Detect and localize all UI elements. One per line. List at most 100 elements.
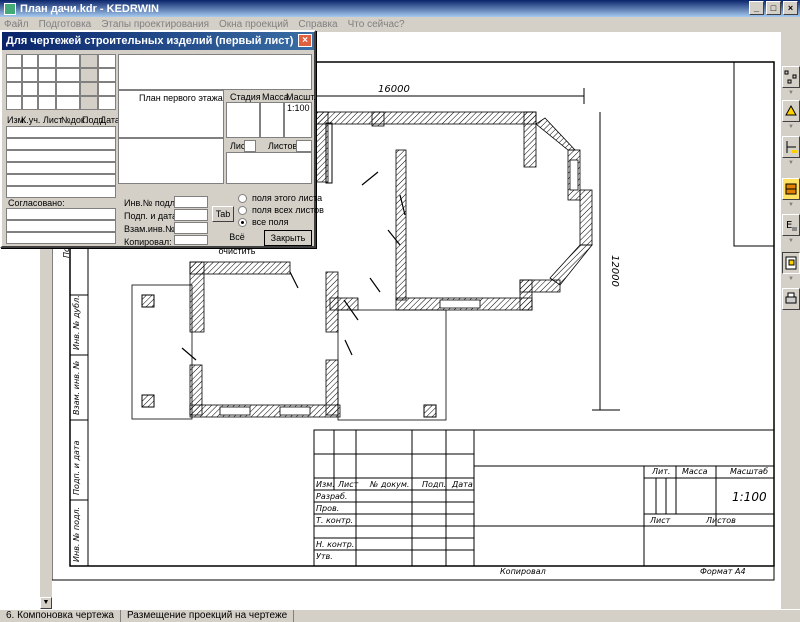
menu-stages[interactable]: Этапы проектирования <box>101 19 209 30</box>
tb-col-date: Дата <box>452 480 473 489</box>
side-label-3: Взам. инв. № <box>72 360 81 415</box>
tool-hatch-icon[interactable] <box>782 178 800 200</box>
grid-cell[interactable] <box>22 96 38 110</box>
drawing-name-field[interactable]: План первого этажа <box>118 90 224 138</box>
mass-label: Масса <box>262 92 289 102</box>
grid-cell[interactable] <box>6 96 22 110</box>
radio-all-fields[interactable] <box>238 218 247 227</box>
right-toolbar: ▼ ▼ ▼ ▼ E ▼ ▼ <box>780 32 800 609</box>
tool-separator-2: ▼ <box>788 124 794 130</box>
close-button[interactable]: × <box>783 1 798 15</box>
stage-label: Стадия <box>230 92 261 102</box>
tool-text-icon[interactable]: E <box>782 214 800 236</box>
scroll-down-arrow[interactable]: ▼ <box>40 597 52 609</box>
sheet-field[interactable] <box>244 140 256 152</box>
sign-row[interactable] <box>6 186 116 198</box>
status-step: 6. Компоновка чертежа <box>0 609 121 622</box>
dialog-titlebar: Для чертежей строительных изделий (первы… <box>2 32 314 50</box>
replace-inv-field[interactable] <box>174 222 208 234</box>
grid-cell[interactable] <box>38 96 56 110</box>
grid-cell[interactable] <box>56 82 80 96</box>
menu-prepare[interactable]: Подготовка <box>39 19 92 30</box>
grid-cell[interactable] <box>98 68 116 82</box>
scale-field[interactable]: 1:100 <box>284 102 312 138</box>
window-title: План дачи.kdr - KEDRWIN <box>20 2 159 15</box>
drawing-name-top-field[interactable] <box>118 54 312 90</box>
tool-separator-1: ▼ <box>788 90 794 96</box>
mass-field[interactable] <box>260 102 284 138</box>
tool-compose-icon[interactable] <box>782 252 800 274</box>
radio-this-sheet[interactable] <box>238 194 247 203</box>
dialog-close-icon[interactable]: × <box>298 34 312 47</box>
inv-orig-field[interactable] <box>174 196 208 208</box>
side-label-4: Подп. и дата <box>72 440 81 496</box>
grid-cell[interactable] <box>38 68 56 82</box>
menu-help[interactable]: Справка <box>298 19 337 30</box>
grid-cell[interactable] <box>80 96 98 110</box>
grid-cell[interactable] <box>98 82 116 96</box>
tool-print-icon[interactable] <box>782 288 800 310</box>
tb-sheets: Листов <box>706 516 736 525</box>
drawing-name-text: План первого этажа <box>139 93 223 103</box>
tool-dimension-icon[interactable] <box>782 136 800 158</box>
sign-row[interactable] <box>6 162 116 174</box>
scale-value: 1:100 <box>287 103 310 113</box>
minimize-button[interactable]: _ <box>749 1 764 15</box>
grid-cell[interactable] <box>98 54 116 68</box>
tb-format: Формат А4 <box>700 567 746 576</box>
grid-cell[interactable] <box>6 54 22 68</box>
tb-copied: Копировал <box>500 567 546 576</box>
clear-all-button[interactable]: Всё очистить <box>212 230 262 256</box>
tb-row-tkontr: Т. контр. <box>316 516 354 525</box>
agreed-row[interactable] <box>6 208 116 220</box>
tb-col-doc: № докум. <box>370 480 410 489</box>
agreed-row[interactable] <box>6 220 116 232</box>
grid-cell[interactable] <box>80 54 98 68</box>
sheets-field[interactable] <box>296 140 312 152</box>
grid-cell[interactable] <box>6 68 22 82</box>
sign-date-field[interactable] <box>174 209 208 221</box>
menu-file[interactable]: Файл <box>4 19 29 30</box>
menu-whatnow[interactable]: Что сейчас? <box>348 19 405 30</box>
grid-cell[interactable] <box>98 96 116 110</box>
side-label-2: Инв. № дубл. <box>72 295 81 350</box>
org-field[interactable] <box>118 138 224 184</box>
grid-cell[interactable] <box>80 68 98 82</box>
tb-row-prov: Пров. <box>316 504 340 513</box>
tb-scale-value: 1:100 <box>732 490 767 504</box>
tool-layers-icon[interactable] <box>782 100 800 122</box>
grid-cell[interactable] <box>56 96 80 110</box>
grid-cell[interactable] <box>38 82 56 96</box>
tool-separator-4: ▼ <box>788 202 794 208</box>
radio-all-sheets[interactable] <box>238 206 247 215</box>
sign-row[interactable] <box>6 138 116 150</box>
copied-label: Копировал: <box>124 237 172 247</box>
svg-text:E: E <box>786 220 792 231</box>
menu-views[interactable]: Окна проекций <box>219 19 288 30</box>
grid-cell[interactable] <box>22 68 38 82</box>
grid-cell[interactable] <box>6 82 22 96</box>
maximize-button[interactable]: □ <box>766 1 781 15</box>
grid-cell[interactable] <box>22 82 38 96</box>
tool-nodes-icon[interactable] <box>782 66 800 88</box>
tab-button[interactable]: Tab <box>212 206 234 222</box>
tb-col-izm: Изм. <box>316 480 335 489</box>
agreed-row[interactable] <box>6 232 116 244</box>
sheets-label: Листов <box>268 141 298 151</box>
window-titlebar: План дачи.kdr - KEDRWIN _ □ × <box>0 0 800 17</box>
sign-row[interactable] <box>6 174 116 186</box>
stage-field[interactable] <box>226 102 260 138</box>
org-field-right[interactable] <box>226 152 312 184</box>
sign-row[interactable] <box>6 126 116 138</box>
grid-cell[interactable] <box>38 54 56 68</box>
close-dialog-button[interactable]: Закрыть <box>264 230 312 246</box>
grid-cell[interactable] <box>80 82 98 96</box>
sign-row[interactable] <box>6 150 116 162</box>
col-header-kuch: К.уч. <box>21 115 41 125</box>
copied-field[interactable] <box>174 235 208 245</box>
tb-scale: Масштаб <box>730 467 769 476</box>
grid-cell[interactable] <box>22 54 38 68</box>
grid-cell[interactable] <box>56 54 80 68</box>
grid-cell[interactable] <box>56 68 80 82</box>
tb-mass: Масса <box>682 467 708 476</box>
